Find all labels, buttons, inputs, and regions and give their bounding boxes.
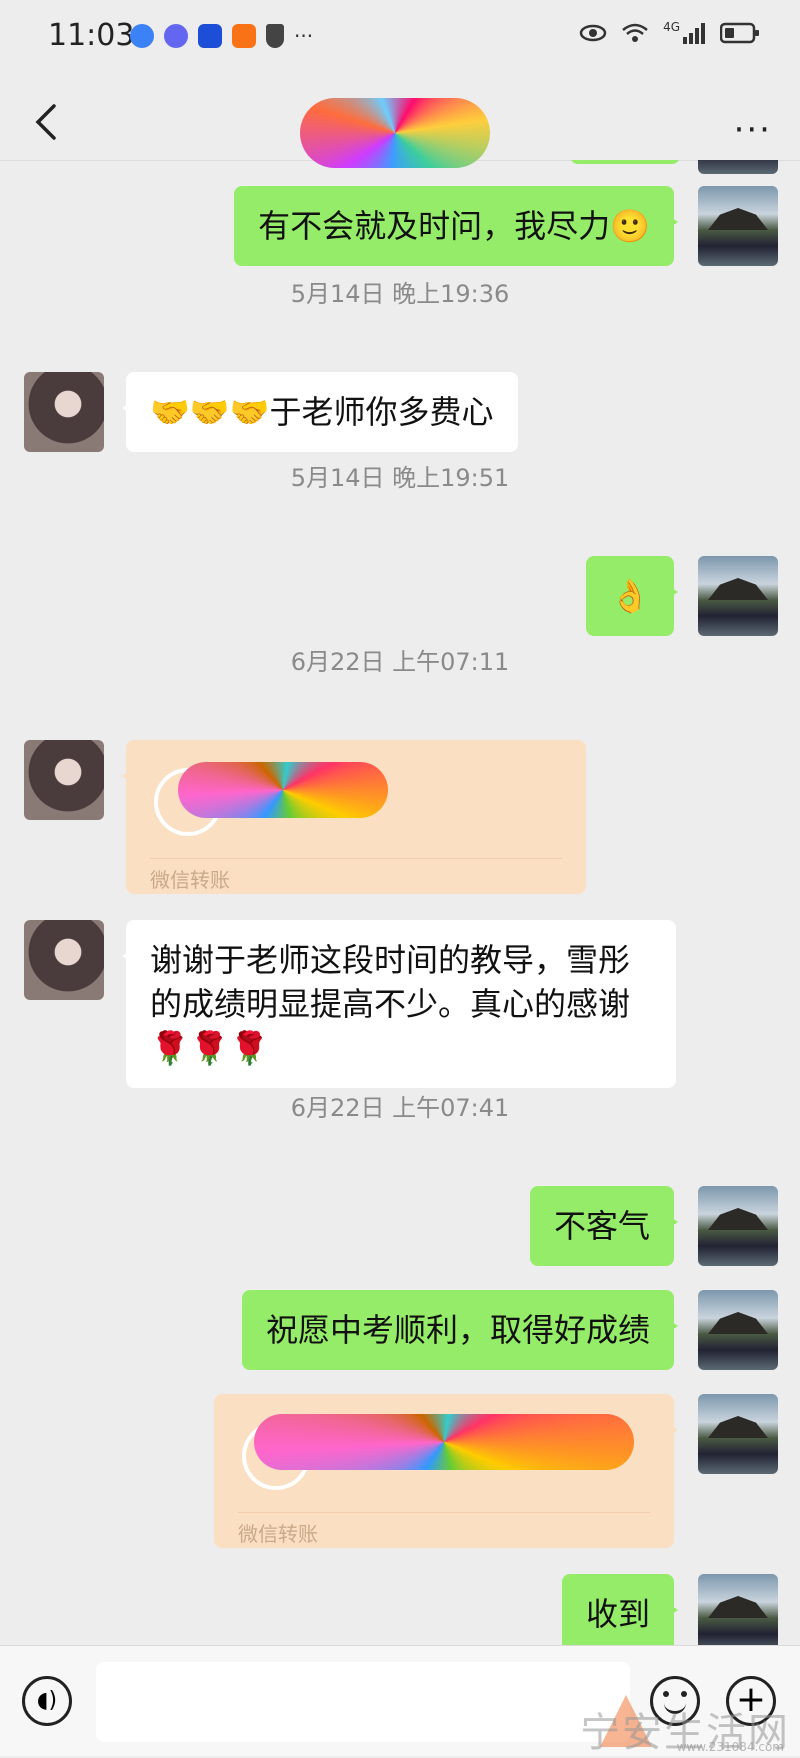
avatar-me[interactable]: [698, 1394, 778, 1474]
message-row: 有不会就及时问，我尽力🙂: [0, 186, 800, 266]
transfer-amount-redacted: [178, 762, 388, 818]
status-time: 11:03: [48, 18, 135, 53]
avatar-me[interactable]: [698, 1574, 778, 1645]
watermark-url: www.231084.com: [676, 1740, 784, 1754]
music-app-icon: [164, 24, 188, 48]
message-bubble-sent[interactable]: 祝愿中考顺利，取得好成绩: [241, 1290, 679, 1370]
message-bubble-received[interactable]: 🤝🤝🤝于老师你多费心: [122, 372, 518, 452]
video-app-icon: [232, 24, 256, 48]
battery-icon: [720, 22, 759, 44]
message-row: 微信转账: [0, 740, 800, 900]
shield-icon: [266, 24, 284, 48]
message-row: 🤝🤝🤝于老师你多费心: [0, 372, 800, 452]
message-row: 收到: [0, 1574, 800, 1645]
voice-input-button[interactable]: ◖): [22, 1676, 72, 1726]
transfer-card-sent[interactable]: 微信转账: [214, 1394, 678, 1548]
avatar-me[interactable]: [698, 1290, 778, 1370]
status-right: 4G: [579, 20, 760, 44]
message-row: [0, 160, 800, 174]
chat-title-redacted: [300, 98, 490, 168]
chat-messages[interactable]: 有不会就及时问，我尽力🙂 5月14日 晚上19:36 🤝🤝🤝于老师你多费心 5月…: [0, 160, 800, 1645]
message-row: 不客气: [0, 1186, 800, 1266]
transfer-card-received[interactable]: 微信转账: [122, 740, 586, 894]
message-bubble-sent[interactable]: 👌: [586, 556, 678, 636]
more-notifications-icon: ···: [294, 24, 314, 48]
voice-icon: ◖): [36, 1688, 58, 1713]
traffic-app-icon: [198, 24, 222, 48]
transfer-amount-redacted: [254, 1414, 634, 1470]
message-input[interactable]: [96, 1662, 630, 1742]
status-bar: 11:03 ··· 4G: [0, 0, 800, 80]
avatar-contact[interactable]: [24, 372, 104, 452]
message-bubble-sent[interactable]: 不客气: [529, 1186, 679, 1266]
avatar-me[interactable]: [698, 160, 778, 174]
timestamp: 6月22日 上午07:11: [290, 648, 510, 676]
message-row: 祝愿中考顺利，取得好成绩: [0, 1290, 800, 1370]
avatar-contact[interactable]: [24, 740, 104, 820]
message-row: 微信转账: [0, 1394, 800, 1554]
transfer-label: 微信转账: [238, 1522, 318, 1546]
notification-icons: ···: [130, 24, 313, 48]
timestamp: 5月14日 晚上19:51: [290, 464, 510, 492]
message-bubble-received[interactable]: 谢谢于老师这段时间的教导，雪彤的成绩明显提高不少。真心的感谢🌹🌹🌹: [122, 920, 676, 1088]
timestamp: 6月22日 上午07:41: [290, 1094, 510, 1122]
chat-header: ···: [0, 80, 800, 168]
avatar-contact[interactable]: [24, 920, 104, 1000]
avatar-me[interactable]: [698, 556, 778, 636]
timestamp: 5月14日 晚上19:36: [290, 280, 510, 308]
network-type: 4G: [663, 20, 680, 34]
transfer-label: 微信转账: [150, 868, 230, 892]
wifi-icon: [622, 23, 648, 42]
message-bubble-sent[interactable]: 收到: [561, 1574, 679, 1645]
more-options-button[interactable]: ···: [734, 110, 772, 150]
back-arrow-icon[interactable]: [28, 102, 68, 142]
avatar-me[interactable]: [698, 1186, 778, 1266]
message-bubble-sent[interactable]: 有不会就及时问，我尽力🙂: [234, 186, 678, 266]
message-row: 👌: [0, 556, 800, 636]
avatar-me[interactable]: [698, 186, 778, 266]
eye-icon: [579, 24, 607, 42]
signal-icon: [683, 23, 705, 44]
message-bubble-partial[interactable]: [570, 160, 680, 164]
browser-app-icon: [130, 24, 154, 48]
message-row: 谢谢于老师这段时间的教导，雪彤的成绩明显提高不少。真心的感谢🌹🌹🌹: [0, 920, 800, 1088]
